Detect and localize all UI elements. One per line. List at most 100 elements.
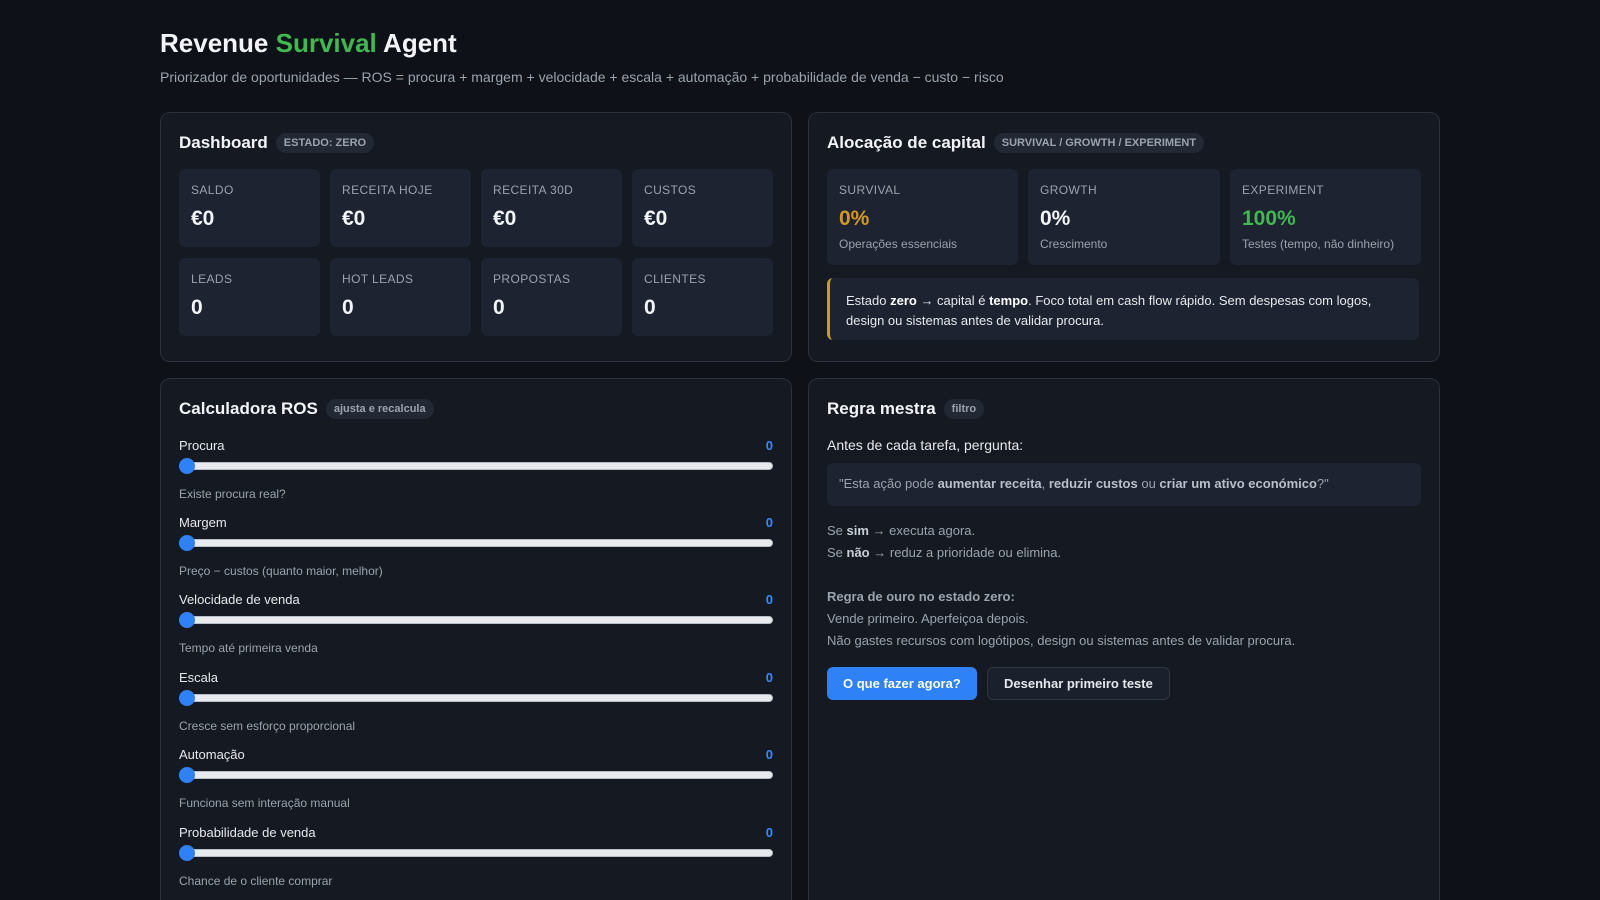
- slider-desc: Cresce sem esforço proporcional: [179, 719, 356, 733]
- slider-label: Automação: [179, 747, 245, 762]
- golden-rule-line-2: Não gastes recursos com logótipos, desig…: [827, 633, 1296, 648]
- golden-rule-title: Regra de ouro no estado zero:: [827, 589, 1015, 604]
- design-first-test-button[interactable]: Desenhar primeiro teste: [987, 667, 1170, 700]
- slider-probabilidade: Probabilidade de venda 0 Chance de o cli…: [179, 825, 773, 900]
- stat-value: 0: [644, 296, 656, 319]
- slider-label: Escala: [179, 670, 219, 685]
- slider-value: 0: [765, 592, 773, 607]
- slider-thumb[interactable]: [179, 535, 195, 551]
- slider-thumb[interactable]: [179, 690, 195, 706]
- stat-tile-custos: CUSTOS €0: [632, 169, 773, 247]
- alloc-value: 0%: [839, 207, 870, 230]
- slider-track[interactable]: [179, 616, 773, 624]
- alloc-tile-survival: SURVIVAL 0% Operações essenciais: [827, 169, 1018, 265]
- alloc-value: 100%: [1242, 207, 1296, 230]
- alloc-desc: Testes (tempo, não dinheiro): [1242, 237, 1395, 251]
- stat-label: HOT LEADS: [342, 272, 414, 286]
- note-bold: zero: [890, 293, 917, 308]
- slider-thumb[interactable]: [179, 612, 195, 628]
- slider-label: Procura: [179, 438, 225, 453]
- master-rule-question: Antes de cada tarefa, pergunta:: [827, 437, 1024, 453]
- slider-track[interactable]: [179, 771, 773, 779]
- quote-text: ?": [1316, 476, 1329, 491]
- stat-value: €0: [493, 207, 517, 230]
- slider-value: 0: [765, 747, 773, 762]
- stat-label: CLIENTES: [644, 272, 706, 286]
- slider-escala: Escala 0 Cresce sem esforço proporcional: [179, 670, 773, 746]
- dashboard-state-badge: ESTADO: ZERO: [275, 133, 375, 153]
- slider-automacao: Automação 0 Funciona sem interação manua…: [179, 747, 773, 823]
- calculator-title: Calculadora ROS: [179, 399, 318, 418]
- slider-track[interactable]: [179, 849, 773, 857]
- stat-label: RECEITA HOJE: [342, 183, 433, 197]
- slider-value: 0: [765, 670, 773, 685]
- stat-label: RECEITA 30D: [493, 183, 574, 197]
- rule-yes: Se sim → executa agora.: [827, 523, 975, 538]
- note-bold: tempo: [989, 293, 1029, 308]
- alloc-tile-experiment: EXPERIMENT 100% Testes (tempo, não dinhe…: [1230, 169, 1421, 265]
- slider-desc: Existe procura real?: [179, 487, 286, 501]
- master-rule-card: Regra mestra filtro Antes de cada tarefa…: [808, 378, 1440, 900]
- what-to-do-now-button[interactable]: O que fazer agora?: [827, 667, 977, 700]
- rule-text: → reduz a prioridade ou elimina.: [869, 545, 1062, 560]
- dashboard-title: Dashboard: [179, 133, 268, 152]
- alloc-desc: Operações essenciais: [839, 237, 958, 251]
- golden-rule-line-1: Vende primeiro. Aperfeiçoa depois.: [827, 611, 1029, 626]
- master-rule-title: Regra mestra: [827, 399, 936, 418]
- slider-track[interactable]: [179, 539, 773, 547]
- ros-calculator-card: Calculadora ROS ajusta e recalcula Procu…: [160, 378, 792, 900]
- slider-value: 0: [765, 825, 773, 840]
- stat-tile-receita-hoje: RECEITA HOJE €0: [330, 169, 471, 247]
- page-title: Revenue Survival Agent: [160, 28, 457, 59]
- rule-no: Se não → reduz a prioridade ou elimina.: [827, 545, 1061, 560]
- note-text: Estado: [846, 293, 891, 308]
- stat-label: CUSTOS: [644, 183, 697, 197]
- capital-allocation-card: Alocação de capital SURVIVAL / GROWTH / …: [808, 112, 1440, 362]
- slider-value: 0: [765, 515, 773, 530]
- alloc-label: SURVIVAL: [839, 183, 901, 197]
- slider-desc: Funciona sem interação manual: [179, 796, 350, 810]
- alloc-label: EXPERIMENT: [1242, 183, 1325, 197]
- zero-state-note: Estado zero → capital é tempo. Foco tota…: [827, 278, 1419, 340]
- stat-value: 0: [191, 296, 203, 319]
- quote-bold: criar um ativo económico: [1159, 476, 1317, 491]
- slider-margem: Margem 0 Preço − custos (quanto maior, m…: [179, 515, 773, 591]
- alloc-desc: Crescimento: [1040, 237, 1108, 251]
- stat-value: €0: [191, 207, 215, 230]
- stat-tile-saldo: SALDO €0: [179, 169, 320, 247]
- master-rule-badge: filtro: [943, 399, 985, 419]
- stat-label: PROPOSTAS: [493, 272, 571, 286]
- stat-value: 0: [342, 296, 354, 319]
- page-subtitle: Priorizador de oportunidades — ROS = pro…: [160, 69, 1004, 85]
- slider-value: 0: [765, 438, 773, 453]
- allocation-badge: SURVIVAL / GROWTH / EXPERIMENT: [993, 133, 1205, 153]
- allocation-header: Alocação de capital SURVIVAL / GROWTH / …: [827, 133, 1205, 153]
- title-prefix: Revenue: [160, 28, 276, 58]
- stat-value: 0: [493, 296, 505, 319]
- rule-bold: não: [846, 545, 870, 560]
- stat-label: SALDO: [191, 183, 234, 197]
- slider-thumb[interactable]: [179, 767, 195, 783]
- quote-text: ,: [1041, 476, 1049, 491]
- stat-tile-leads: LEADS 0: [179, 258, 320, 336]
- slider-velocidade: Velocidade de venda 0 Tempo até primeira…: [179, 592, 773, 668]
- dashboard-header: Dashboard ESTADO: ZERO: [179, 133, 375, 153]
- slider-track[interactable]: [179, 462, 773, 470]
- slider-label: Probabilidade de venda: [179, 825, 316, 840]
- slider-desc: Chance de o cliente comprar: [179, 874, 333, 888]
- quote-bold: aumentar receita: [937, 476, 1042, 491]
- slider-thumb[interactable]: [179, 845, 195, 861]
- alloc-value: 0%: [1040, 207, 1071, 230]
- title-suffix: Agent: [376, 28, 457, 58]
- rule-text: Se: [827, 523, 847, 538]
- slider-procura: Procura 0 Existe procura real?: [179, 438, 773, 514]
- stat-tile-receita-30d: RECEITA 30D €0: [481, 169, 622, 247]
- slider-thumb[interactable]: [179, 458, 195, 474]
- slider-desc: Tempo até primeira venda: [179, 641, 318, 655]
- slider-label: Velocidade de venda: [179, 592, 300, 607]
- note-text: → capital é: [916, 293, 990, 308]
- slider-track[interactable]: [179, 694, 773, 702]
- stat-tile-propostas: PROPOSTAS 0: [481, 258, 622, 336]
- master-rule-quote: "Esta ação pode aumentar receita, reduzi…: [827, 463, 1421, 506]
- slider-desc: Preço − custos (quanto maior, melhor): [179, 564, 383, 578]
